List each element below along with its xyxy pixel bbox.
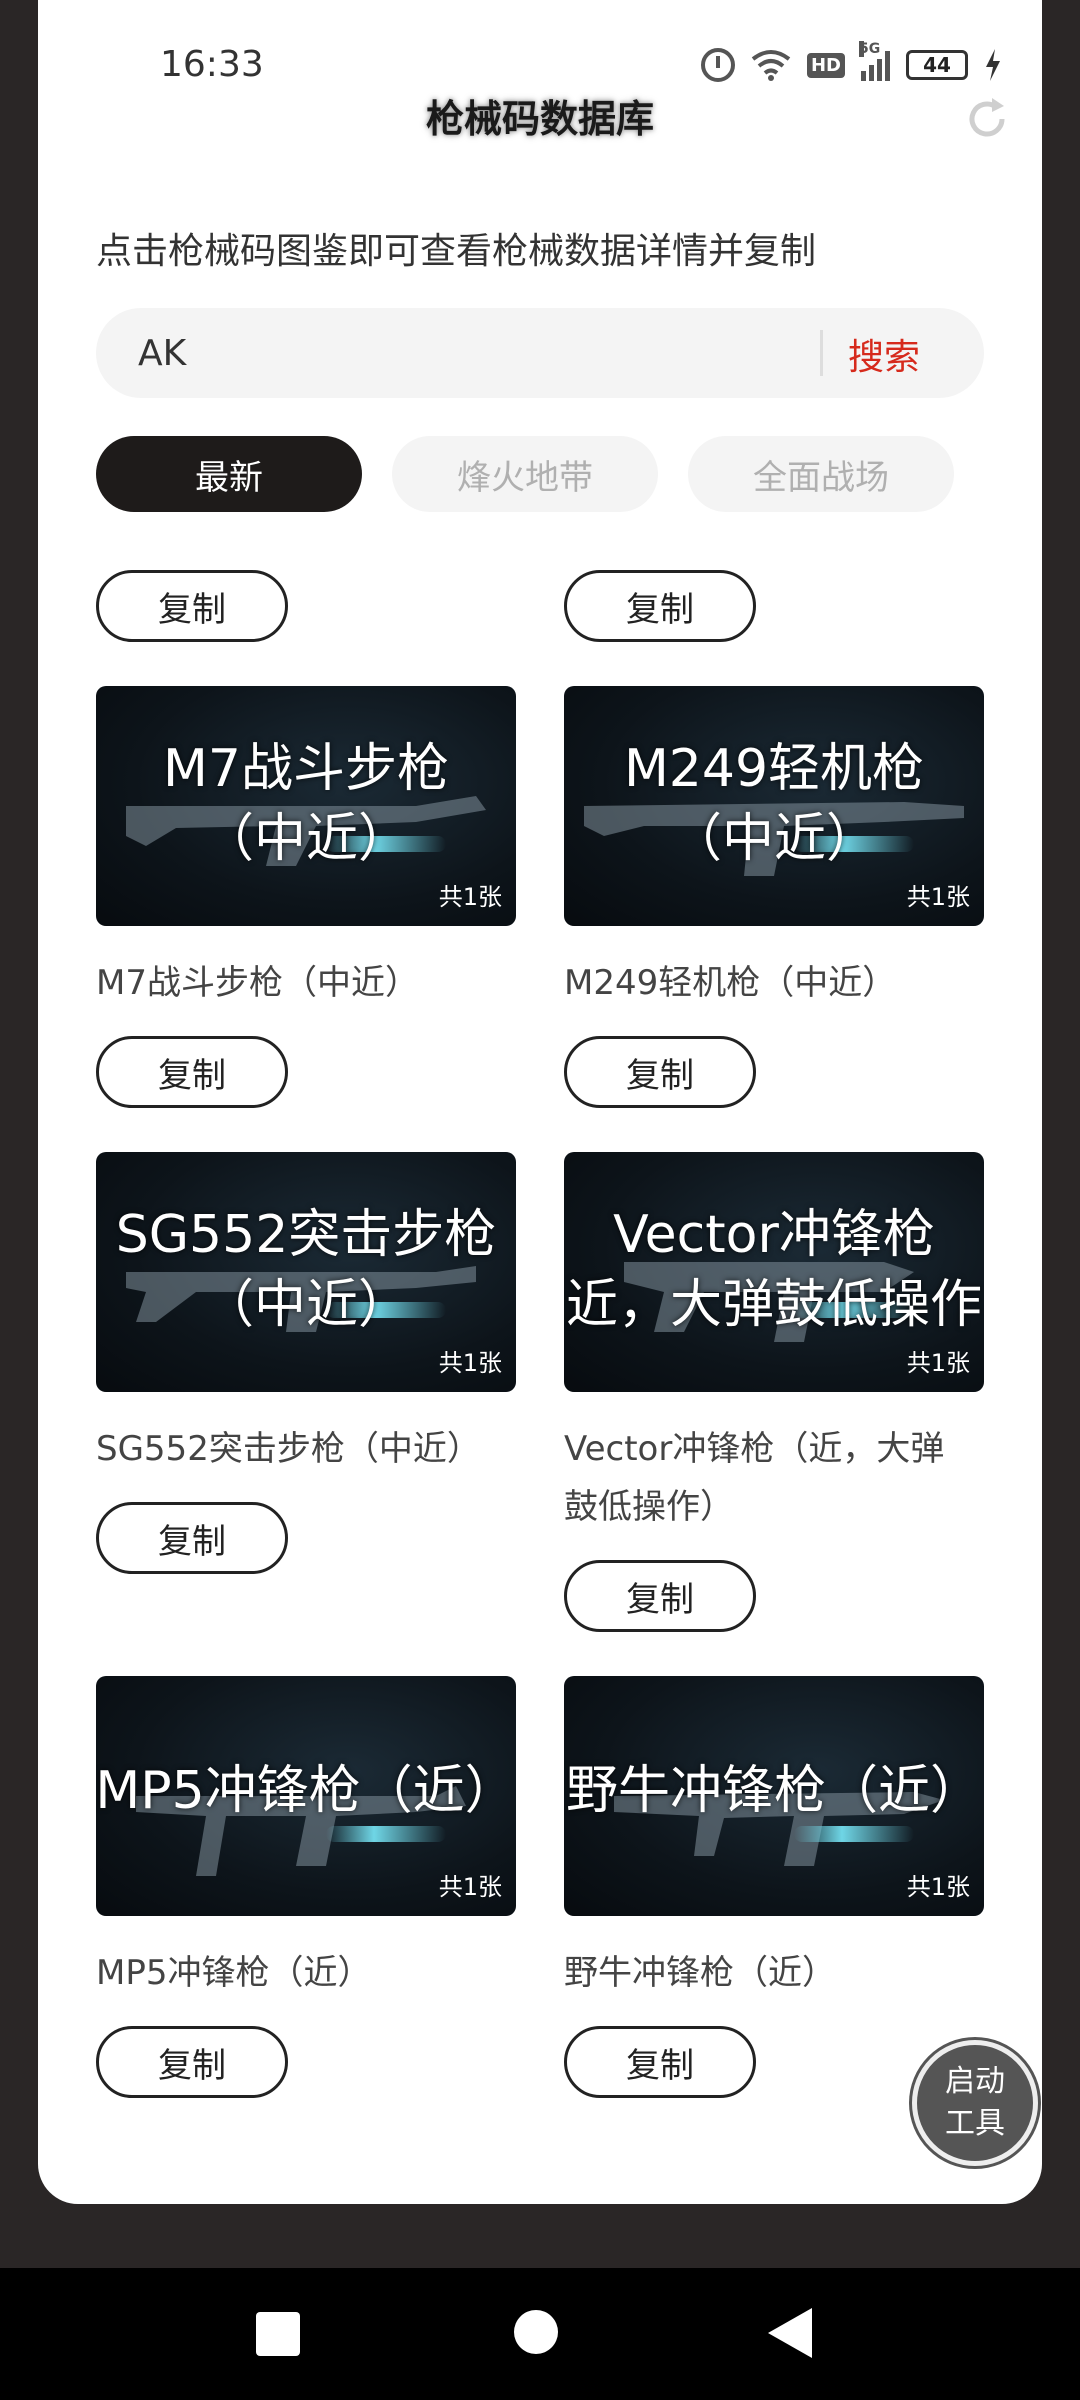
gun-card-image[interactable]: M7战斗步枪 （中近） 共1张	[96, 686, 516, 926]
glow-effect	[326, 1826, 446, 1842]
overlay-line: 野牛冲锋枪（近）	[565, 1761, 982, 1821]
gun-card-title: SG552突击步枪（中近）	[96, 1429, 481, 1469]
launch-tool-label: 启动	[945, 2064, 1005, 2099]
copy-button[interactable]: 复制	[96, 570, 288, 642]
overlay-line: SG552突击步枪	[115, 1205, 497, 1265]
card-overlay-title: 野牛冲锋枪（近）	[564, 1756, 984, 1826]
search-divider	[820, 330, 823, 376]
hd-icon: HD	[806, 52, 845, 78]
back-icon[interactable]	[768, 2308, 812, 2358]
system-nav-bar	[0, 2268, 1080, 2400]
gun-card-image[interactable]: SG552突击步枪 （中近） 共1张	[96, 1152, 516, 1392]
copy-button[interactable]: 复制	[564, 1036, 756, 1108]
copy-button[interactable]: 复制	[96, 1502, 288, 1574]
gun-card-title: 野牛冲锋枪（近）	[564, 1953, 836, 1993]
overlay-line: 近，大弹鼓低操作	[565, 1275, 982, 1335]
image-count: 共1张	[438, 1349, 502, 1377]
image-count: 共1张	[906, 1873, 970, 1901]
card-overlay-title: SG552突击步枪 （中近）	[96, 1200, 516, 1340]
copy-button[interactable]: 复制	[96, 1036, 288, 1108]
card-overlay-title: M249轻机枪 （中近）	[564, 734, 984, 874]
gun-card-title: M7战斗步枪（中近）	[96, 963, 419, 1003]
overlay-line: M7战斗步枪	[163, 739, 449, 799]
charging-icon	[986, 49, 1000, 81]
copy-button[interactable]: 复制	[564, 1560, 756, 1632]
signal-icon: 5G	[859, 41, 890, 81]
status-time: 16:33	[160, 44, 264, 85]
network-type-label: 5G	[859, 41, 881, 57]
gun-card-image[interactable]: 野牛冲锋枪（近） 共1张	[564, 1676, 984, 1916]
image-count: 共1张	[438, 883, 502, 911]
search-button[interactable]: 搜索	[848, 328, 920, 380]
page-subtitle: 点击枪械码图鉴即可查看枪械数据详情并复制	[96, 231, 817, 272]
refresh-icon[interactable]	[962, 94, 1012, 144]
copy-button[interactable]: 复制	[96, 2026, 288, 2098]
gun-card-title: MP5冲锋枪（近）	[96, 1953, 372, 1993]
search-bar: 搜索	[96, 308, 984, 398]
image-count: 共1张	[906, 1349, 970, 1377]
page-title: 枪械码数据库	[425, 97, 654, 141]
battery-icon: 44	[906, 50, 968, 80]
gun-card-title-line: 鼓低操作）	[564, 1487, 734, 1527]
launch-tool-button[interactable]: 启动 工具	[912, 2040, 1038, 2166]
copy-button[interactable]: 复制	[564, 2026, 756, 2098]
card-overlay-title: Vector冲锋枪 近，大弹鼓低操作	[564, 1200, 984, 1340]
glow-effect	[794, 1826, 914, 1842]
launch-tool-label: 工具	[945, 2106, 1005, 2141]
app-sheet: 16:33 HD 5G 44 枪械码数据库 点击枪械码图鉴即可查看枪械数据详情并…	[38, 0, 1042, 2204]
image-count: 共1张	[906, 883, 970, 911]
tab-hazard-zone[interactable]: 烽火地带	[392, 436, 658, 512]
overlay-line: （中近）	[201, 809, 410, 869]
card-overlay-title: MP5冲锋枪（近）	[96, 1756, 516, 1826]
copy-button[interactable]: 复制	[564, 570, 756, 642]
search-input[interactable]	[138, 326, 838, 380]
status-icons: HD 5G 44	[700, 41, 1002, 82]
gun-card-title: M249轻机枪（中近）	[564, 963, 897, 1003]
gun-card-title-line: Vector冲锋枪（近，大弹	[564, 1429, 945, 1469]
home-icon[interactable]	[514, 2310, 558, 2354]
overlay-line: M249轻机枪	[623, 739, 925, 799]
wifi-icon	[751, 50, 791, 81]
gun-card-image[interactable]: MP5冲锋枪（近） 共1张	[96, 1676, 516, 1916]
overlay-line: MP5冲锋枪（近）	[96, 1761, 516, 1821]
gun-card-image[interactable]: Vector冲锋枪 近，大弹鼓低操作 共1张	[564, 1152, 984, 1392]
tab-latest[interactable]: 最新	[96, 436, 362, 512]
tab-full-battlefield[interactable]: 全面战场	[688, 436, 954, 512]
alarm-icon	[700, 48, 735, 82]
overlay-line: （中近）	[669, 809, 878, 869]
overlay-line: Vector冲锋枪	[613, 1205, 935, 1265]
overlay-line: （中近）	[201, 1275, 410, 1335]
gun-card-image[interactable]: M249轻机枪 （中近） 共1张	[564, 686, 984, 926]
gun-card-title: Vector冲锋枪（近，大弹 鼓低操作）	[564, 1420, 1004, 1536]
card-overlay-title: M7战斗步枪 （中近）	[96, 734, 516, 874]
image-count: 共1张	[438, 1873, 502, 1901]
recent-apps-icon[interactable]	[256, 2312, 300, 2356]
